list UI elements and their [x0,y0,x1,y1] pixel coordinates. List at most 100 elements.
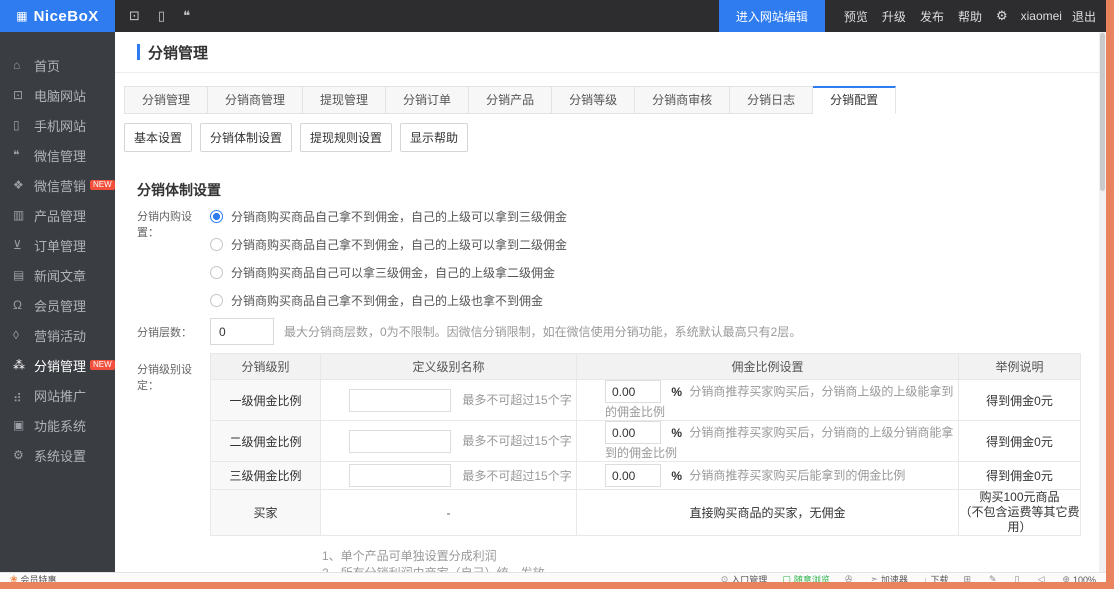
radio-icon[interactable] [210,210,223,223]
divider [115,72,1099,73]
commission-rate-input[interactable] [605,464,661,487]
sidebar-item-marketing-activity[interactable]: ◊ 营销活动 [0,320,115,350]
scrollbar[interactable] [1099,32,1106,572]
statusbar-item-9[interactable]: ⊕ 100% [1062,573,1096,582]
statusbar-icon: ▢ [782,574,791,582]
commission-rate-input[interactable] [605,380,661,403]
inner-purchase-options: 分销商购买商品自己拿不到佣金，自己的上级可以拿到三级佣金 分销商购买商品自己拿不… [210,202,567,314]
subtab-1[interactable]: 分销体制设置 [200,123,292,152]
subtab-2[interactable]: 提现规则设置 [300,123,392,152]
logo[interactable]: ▦ NiceBoX [0,0,115,32]
app-grid-icon[interactable]: ▦ [16,10,27,22]
sidebar-item-wechat-manage[interactable]: ❝ 微信管理 [0,140,115,170]
tab-2[interactable]: 提现管理 [303,86,386,114]
sidebar-item-product-manage[interactable]: ▥ 产品管理 [0,200,115,230]
sidebar-item-news-article[interactable]: ▤ 新闻文章 [0,260,115,290]
username-label[interactable]: xiaomei [1021,9,1062,23]
tab-8[interactable]: 分销配置 [813,86,896,114]
radio-option[interactable]: 分销商购买商品自己拿不到佣金，自己的上级也拿不到佣金 [210,286,567,314]
statusbar-icon: ⊕ [1062,574,1070,582]
message-icon[interactable]: ❝ [183,8,190,24]
sidebar-item-site-promotion[interactable]: ⣴ 网站推广 [0,380,115,410]
example-cell: 得到佣金0元 [959,462,1081,490]
statusbar-member-offer[interactable]: ❀ 会员特惠 [10,573,57,582]
statusbar-right: ⊙ 入口管理 ▢ 随意浏览 ✇ ➣ 加速器 ↓ 下载 ⊞ ✎ ▯ ◁ ⊕ 100… [721,573,1096,582]
layers-label: 分销层数： [137,324,210,340]
scrollbar-thumb[interactable] [1100,33,1105,191]
radio-option[interactable]: 分销商购买商品自己拿不到佣金，自己的上级可以拿到二级佣金 [210,230,567,258]
statusbar-item-8[interactable]: ◁ [1038,573,1048,582]
subtab-bar: 基本设置分销体制设置提现规则设置显示帮助 [124,123,1099,152]
statusbar-item-7[interactable]: ▯ [1015,573,1023,582]
tab-0[interactable]: 分销管理 [124,86,208,114]
tab-3[interactable]: 分销订单 [386,86,469,114]
topbar-menu-item-3[interactable]: 帮助 [958,8,982,25]
tab-4[interactable]: 分销产品 [469,86,552,114]
brand-logo-text: NiceBoX [34,8,99,25]
example-cell: 得到佣金0元 [959,421,1081,462]
radio-option[interactable]: 分销商购买商品自己可以拿三级佣金，自己的上级拿二级佣金 [210,258,567,286]
statusbar-item-0[interactable]: ⊙ 入口管理 [721,573,768,582]
sidebar-item-home[interactable]: ⌂ 首页 [0,50,115,80]
levels-row: 分销级别设定： 分销级别 定义级别名称 佣金比例设置 举例说明 一级佣金比例 最… [137,353,1099,536]
subtab-3[interactable]: 显示帮助 [400,123,468,152]
rate-description: 分销商推荐买家购买后能拿到的佣金比例 [689,469,905,483]
level-name-input[interactable] [349,464,451,487]
radio-icon[interactable] [210,294,223,307]
statusbar-item-3[interactable]: ➣ 加速器 [870,573,908,582]
sidebar-item-system-settings[interactable]: ⚙ 系统设置 [0,440,115,470]
level-name-input[interactable] [349,389,451,412]
sidebar-item-distribution-manage[interactable]: ⁂ 分销管理 NEW [0,350,115,380]
level-name-input[interactable] [349,430,451,453]
new-badge: NEW [90,360,115,371]
sidebar-item-wechat-marketing[interactable]: ❖ 微信营销 NEW [0,170,115,200]
radio-icon[interactable] [210,238,223,251]
member-manage-icon: Ω [13,298,30,312]
example-cell: 得到佣金0元 [959,380,1081,421]
commission-level-row: 一级佣金比例 最多不可超过15个字 % 分销商推荐买家购买后，分销商上级的上级能… [211,380,1081,421]
radio-icon[interactable] [210,266,223,279]
mobile-preview-icon[interactable]: ▯ [158,8,165,24]
col-header-name: 定义级别名称 [321,354,577,380]
page-title-row: 分销管理 [115,32,1099,72]
topbar-menu-item-2[interactable]: 发布 [920,8,944,25]
statusbar-item-5[interactable]: ⊞ [963,573,974,582]
layers-input[interactable] [210,318,274,345]
statusbar-icon: ▯ [1015,574,1020,582]
col-header-level: 分销级别 [211,354,321,380]
tab-5[interactable]: 分销等级 [552,86,635,114]
statusbar-icon: ◁ [1038,574,1045,582]
commission-rate-input[interactable] [605,421,661,444]
wechat-marketing-icon: ❖ [13,178,30,192]
desktop-preview-icon[interactable]: ⊡ [129,8,140,24]
order-manage-icon: ⊻ [13,238,30,252]
topbar-menu: 预览升级发布帮助 [837,8,989,25]
radio-option[interactable]: 分销商购买商品自己拿不到佣金，自己的上级可以拿到三级佣金 [210,202,567,230]
table-notes: 1、单个产品可单独设置分成利润 2、所有分销利润由商家（自己）统一发放 [322,548,1099,572]
buyer-name-cell: - [321,490,577,536]
commission-level-row: 三级佣金比例 最多不可超过15个字 % 分销商推荐买家购买后能拿到的佣金比例 得… [211,462,1081,490]
topbar-menu-item-1[interactable]: 升级 [882,8,906,25]
statusbar-item-2[interactable]: ✇ [845,573,856,582]
sidebar-item-member-manage[interactable]: Ω 会员管理 [0,290,115,320]
product-manage-icon: ▥ [13,208,30,222]
sidebar-item-order-manage[interactable]: ⊻ 订单管理 [0,230,115,260]
buyer-example-cell: 购买100元商品 （不包含运费等其它费用） [959,490,1081,536]
tab-1[interactable]: 分销商管理 [208,86,303,114]
home-icon: ⌂ [13,58,30,72]
sidebar-item-function-system[interactable]: ▣ 功能系统 [0,410,115,440]
enter-site-edit-button[interactable]: 进入网站编辑 [719,0,825,32]
statusbar-item-6[interactable]: ✎ [989,573,1000,582]
subtab-0[interactable]: 基本设置 [124,123,192,152]
logout-button[interactable]: 退出 [1072,8,1096,25]
statusbar-item-4[interactable]: ↓ 下载 [923,573,949,582]
statusbar-item-1[interactable]: ▢ 随意浏览 [782,573,830,582]
gear-icon[interactable]: ⚙ [996,8,1008,24]
browser-statusbar: ❀ 会员特惠 ⊙ 入口管理 ▢ 随意浏览 ✇ ➣ 加速器 ↓ 下载 ⊞ ✎ ▯ … [0,572,1106,582]
tab-7[interactable]: 分销日志 [730,86,813,114]
sidebar-item-desktop-site[interactable]: ⊡ 电脑网站 [0,80,115,110]
note-2: 2、所有分销利润由商家（自己）统一发放 [322,565,1099,572]
topbar-menu-item-0[interactable]: 预览 [844,8,868,25]
sidebar-item-mobile-site[interactable]: ▯ 手机网站 [0,110,115,140]
tab-6[interactable]: 分销商审核 [635,86,730,114]
